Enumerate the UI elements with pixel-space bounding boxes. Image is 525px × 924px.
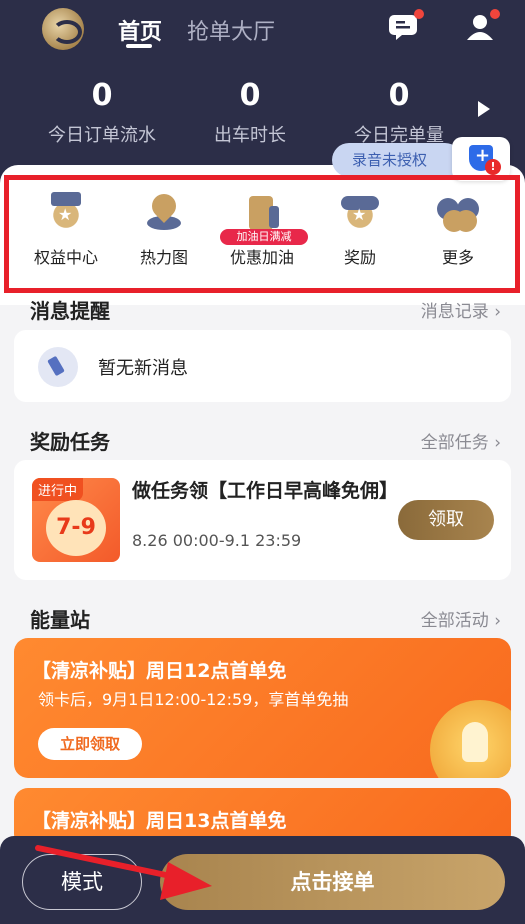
- profile-icon[interactable]: [465, 14, 495, 40]
- energy-section-title: 能量站: [30, 608, 90, 632]
- shortcut-highlight-frame: [4, 175, 520, 293]
- claim-task-button[interactable]: 领取: [398, 500, 494, 540]
- tasks-section-title: 奖励任务: [30, 430, 110, 454]
- claim-now-button[interactable]: 立即领取: [38, 728, 142, 760]
- stat-completed-orders[interactable]: 0 今日完单量: [319, 78, 479, 147]
- tab-order-hall[interactable]: 抢单大厅: [187, 14, 275, 46]
- active-tab-indicator: [126, 44, 152, 48]
- task-card[interactable]: 进行中 7-9 做任务领【工作日早高峰免佣】 8.26 00:00-9.1 23…: [14, 460, 511, 580]
- messages-section-title: 消息提醒: [30, 299, 110, 323]
- promo-title: 【清凉补贴】周日13点首单免: [32, 810, 287, 832]
- mode-button[interactable]: 模式: [22, 854, 142, 910]
- task-image-label: 7-9: [46, 500, 106, 556]
- task-image: 进行中 7-9: [32, 478, 120, 562]
- message-history-link[interactable]: 消息记录 ›: [421, 297, 501, 322]
- message-card[interactable]: 暂无新消息: [14, 330, 511, 402]
- all-tasks-link[interactable]: 全部任务 ›: [421, 428, 501, 453]
- message-notification-dot: [414, 9, 424, 19]
- tab-home[interactable]: 首页: [118, 14, 162, 46]
- stat-drive-time[interactable]: 0 出车时长: [170, 78, 330, 147]
- recording-status-pill[interactable]: 录音未授权: [332, 143, 462, 177]
- accept-orders-button[interactable]: 点击接单: [160, 854, 505, 910]
- task-status-tag: 进行中: [32, 478, 84, 501]
- stat-value: 0: [388, 78, 410, 113]
- bell-icon: [38, 347, 78, 387]
- stat-label: 今日订单流水: [48, 125, 156, 146]
- app-logo-icon: [42, 8, 84, 50]
- message-icon[interactable]: [388, 14, 418, 40]
- promo-subtitle: 领卡后，9月1日12:00-12:59，享首单免抽: [38, 690, 349, 709]
- empty-message-text: 暂无新消息: [98, 358, 188, 379]
- profile-notification-dot: [490, 9, 500, 19]
- stat-order-revenue[interactable]: 0 今日订单流水: [22, 78, 182, 147]
- task-title: 做任务领【工作日早高峰免佣】: [132, 480, 399, 502]
- bottom-action-bar: 模式 点击接单: [0, 836, 525, 924]
- stats-more-arrow-icon[interactable]: [478, 101, 490, 117]
- stat-value: 0: [91, 78, 113, 113]
- promo-title: 【清凉补贴】周日12点首单免: [32, 660, 287, 682]
- stat-value: 0: [239, 78, 261, 113]
- alert-badge: !: [485, 159, 501, 175]
- stat-label: 出车时长: [214, 125, 286, 146]
- task-date-range: 8.26 00:00-9.1 23:59: [132, 531, 302, 550]
- rocket-coin-icon: [430, 700, 511, 778]
- promo-card[interactable]: 【清凉补贴】周日12点首单免 领卡后，9月1日12:00-12:59，享首单免抽…: [14, 638, 511, 778]
- all-activities-link[interactable]: 全部活动 ›: [421, 606, 501, 631]
